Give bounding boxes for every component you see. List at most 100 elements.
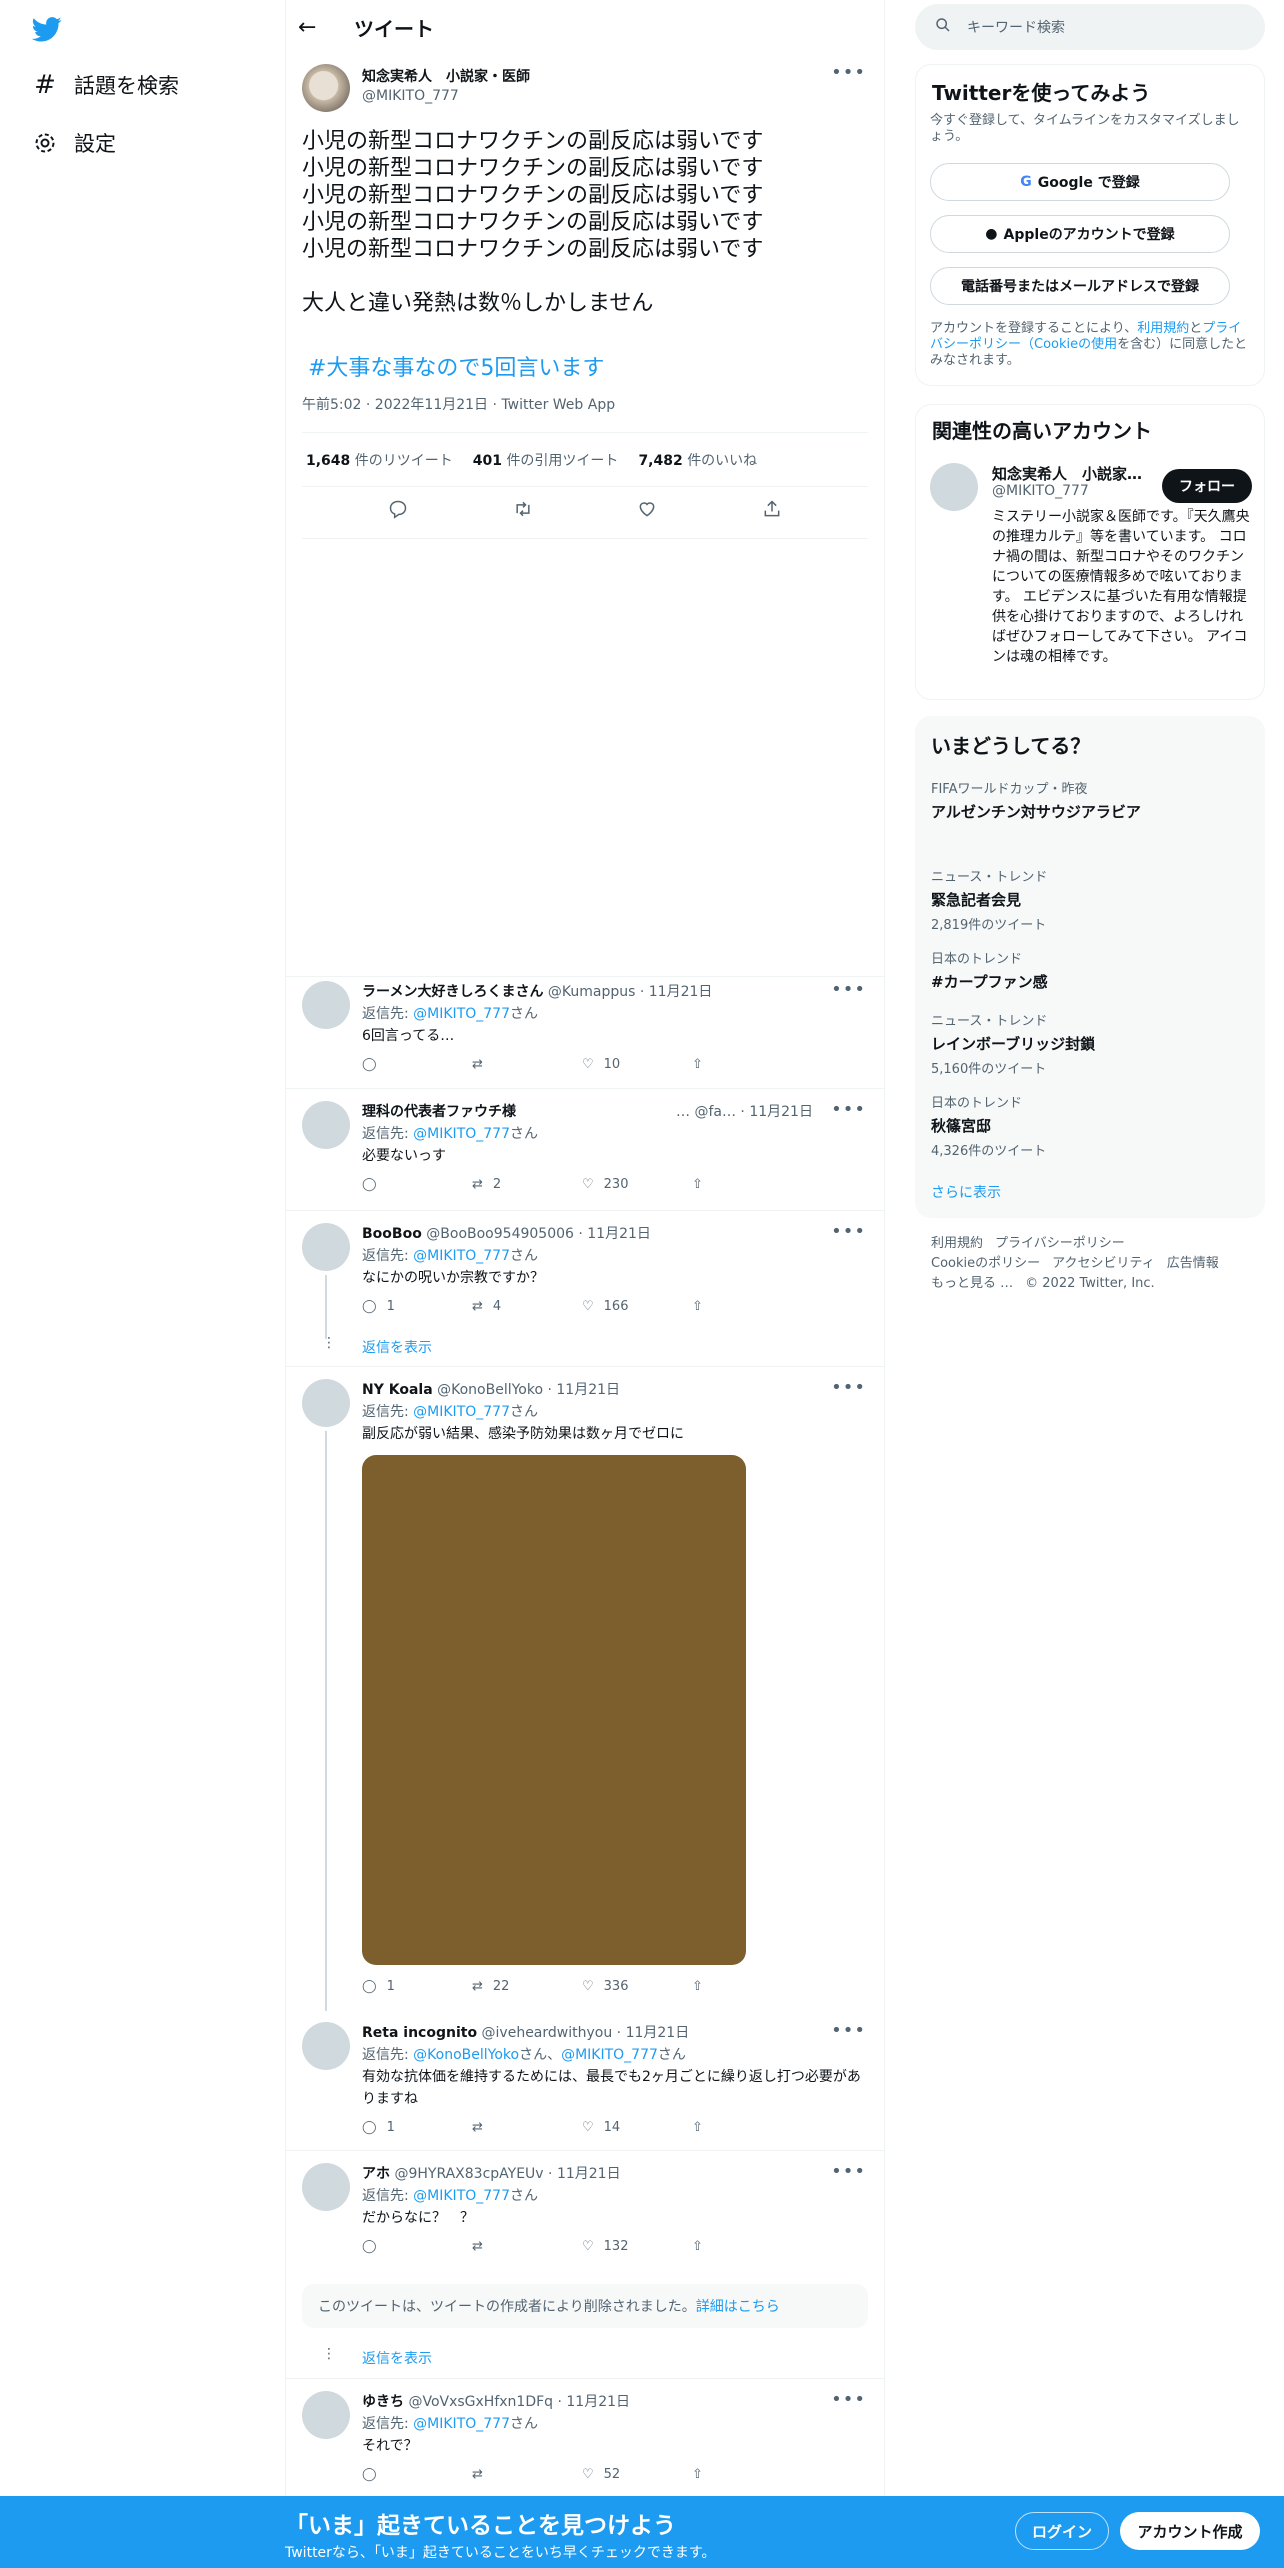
reply-button[interactable]: ◯ xyxy=(362,2239,472,2254)
apple-signup-button[interactable]: ● Appleのアカウントで登録 xyxy=(930,215,1230,253)
share-button[interactable]: ⇧ xyxy=(692,1299,802,1314)
reply-name[interactable]: 理科の代表者ファウチ様 xyxy=(362,1104,516,1120)
trend-item[interactable]: ニュース・トレンド 緊急記者会見 2,819件のツイート xyxy=(931,866,1251,933)
retweet-button[interactable]: ⇄ 2 xyxy=(472,1177,582,1192)
footer-accessibility-link[interactable]: アクセシビリティ xyxy=(1052,1256,1155,1271)
retweet-stat[interactable]: 1,648 件のリツイート xyxy=(306,450,453,470)
mention-link[interactable]: @MIKITO_777 xyxy=(413,1248,510,1264)
show-more-link[interactable]: さらに表示 xyxy=(931,1182,1001,1202)
footer-privacy-link[interactable]: プライバシーポリシー xyxy=(995,1236,1125,1251)
like-icon[interactable] xyxy=(636,498,658,520)
back-arrow-icon[interactable]: ← xyxy=(298,15,338,40)
reply-tweet[interactable]: Reta incognito @iveheardwithyou · 11月21日… xyxy=(286,2020,884,2162)
footer-more-link[interactable]: もっと見る … xyxy=(931,1276,1013,1291)
more-icon[interactable]: ••• xyxy=(831,1221,866,1242)
like-stat[interactable]: 7,482 件のいいね xyxy=(638,450,757,470)
more-icon[interactable]: ••• xyxy=(831,979,866,1000)
avatar[interactable] xyxy=(302,2022,350,2070)
reply-handle[interactable]: @Kumappus xyxy=(548,984,636,1000)
avatar[interactable] xyxy=(302,1101,350,1149)
reply-handle[interactable]: @9HYRAX83cpAYEUv xyxy=(394,2166,543,2182)
phone-signup-button[interactable]: 電話番号またはメールアドレスで登録 xyxy=(930,267,1230,305)
author-name[interactable]: 知念実希人 小説家・医師 xyxy=(362,66,530,86)
more-icon[interactable]: ••• xyxy=(831,62,866,83)
related-name[interactable]: 知念実希人 小説家… xyxy=(992,463,1142,484)
mention-link[interactable]: @MIKITO_777 xyxy=(413,1126,510,1142)
trend-item[interactable]: ニュース・トレンド レインボーブリッジ封鎖 5,160件のツイート xyxy=(931,1010,1251,1077)
avatar[interactable] xyxy=(302,2163,350,2211)
trend-item[interactable]: 日本のトレンド #カープファン感 xyxy=(931,948,1251,992)
like-button[interactable]: ♡ 230 xyxy=(582,1177,692,1192)
reply-handle[interactable]: @iveheardwithyou xyxy=(482,2025,613,2041)
more-icon[interactable]: ••• xyxy=(831,1099,866,1120)
share-icon[interactable] xyxy=(761,498,783,520)
reply-name[interactable]: Reta incognito xyxy=(362,2025,477,2041)
reply-date[interactable]: · 11月21日 xyxy=(578,1226,651,1242)
reply-date[interactable]: · 11月21日 xyxy=(547,1382,620,1398)
reply-button[interactable]: ◯ xyxy=(362,1057,472,1072)
avatar[interactable] xyxy=(930,463,978,511)
reply-handle[interactable]: … @fa… xyxy=(676,1104,736,1120)
share-button[interactable]: ⇧ xyxy=(692,1979,802,1994)
show-replies-link[interactable]: 返信を表示 xyxy=(362,1337,432,1357)
reply-date[interactable]: · 11月21日 xyxy=(617,2025,690,2041)
like-button[interactable]: ♡ 166 xyxy=(582,1299,692,1314)
hashtag-link[interactable]: #大事な事なので5回言います xyxy=(308,350,604,382)
reply-name[interactable]: アホ xyxy=(362,2166,390,2182)
mention-link[interactable]: @MIKITO_777 xyxy=(561,2047,658,2063)
reply-name[interactable]: ゆきち xyxy=(362,2394,404,2410)
share-button[interactable]: ⇧ xyxy=(692,1057,802,1072)
mention-link[interactable]: @MIKITO_777 xyxy=(413,2416,510,2432)
share-button[interactable]: ⇧ xyxy=(692,2467,802,2482)
reply-handle[interactable]: @KonoBellYoko xyxy=(437,1382,543,1398)
login-button[interactable]: ログイン xyxy=(1015,2512,1109,2550)
signup-button[interactable]: アカウント作成 xyxy=(1120,2512,1260,2550)
more-icon[interactable]: ••• xyxy=(831,2389,866,2410)
reply-button[interactable]: ◯ 1 xyxy=(362,1979,472,1994)
reply-date[interactable]: · 11月21日 xyxy=(558,2394,631,2410)
share-button[interactable]: ⇧ xyxy=(692,2239,802,2254)
reply-button[interactable]: ◯ 1 xyxy=(362,1299,472,1314)
more-icon[interactable]: ••• xyxy=(831,2161,866,2182)
reply-name[interactable]: BooBoo xyxy=(362,1226,422,1242)
footer-ads-link[interactable]: 広告情報 xyxy=(1167,1256,1219,1271)
nav-explore[interactable]: # 話題を検索 xyxy=(32,70,179,100)
avatar[interactable] xyxy=(302,1223,350,1271)
retweet-icon[interactable] xyxy=(512,498,534,520)
related-handle[interactable]: @MIKITO_777 xyxy=(992,483,1089,499)
more-icon[interactable]: ••• xyxy=(831,2020,866,2041)
more-icon[interactable]: ••• xyxy=(831,1377,866,1398)
share-button[interactable]: ⇧ xyxy=(692,2120,802,2135)
avatar[interactable] xyxy=(302,1379,350,1427)
retweet-button[interactable]: ⇄ xyxy=(472,2467,582,2482)
twitter-logo-icon[interactable] xyxy=(30,14,64,44)
retweet-button[interactable]: ⇄ xyxy=(472,1057,582,1072)
footer-cookie-link[interactable]: Cookieのポリシー xyxy=(931,1256,1040,1271)
tweet-meta[interactable]: 午前5:02 · 2022年11月21日 · Twitter Web App xyxy=(302,394,615,414)
reply-handle[interactable]: @BooBoo954905006 xyxy=(426,1226,574,1242)
follow-button[interactable]: フォロー xyxy=(1162,469,1252,503)
reply-date[interactable]: · 11月21日 xyxy=(548,2166,621,2182)
reply-date[interactable]: · 11月21日 xyxy=(640,984,713,1000)
footer-terms-link[interactable]: 利用規約 xyxy=(931,1236,983,1251)
reply-button[interactable]: ◯ xyxy=(362,2467,472,2482)
reply-tweet[interactable]: BooBoo @BooBoo954905006 · 11月21日 ••• 返信先… xyxy=(286,1210,884,1364)
reply-tweet[interactable]: ゆきち @VoVxsGxHfxn1DFq · 11月21日 ••• 返信先: @… xyxy=(286,2378,884,2496)
avatar[interactable] xyxy=(302,2391,350,2439)
google-signup-button[interactable]: G Google で登録 xyxy=(930,163,1230,201)
mention-link[interactable]: @MIKITO_777 xyxy=(413,1404,510,1420)
trend-item[interactable]: FIFAワールドカップ・昨夜 アルゼンチン対サウジアラビア xyxy=(931,778,1251,822)
show-replies-link[interactable]: 返信を表示 xyxy=(362,2348,432,2368)
reply-tweet[interactable]: NY Koala @KonoBellYoko · 11月21日 ••• 返信先:… xyxy=(286,1366,884,2020)
reply-tweet[interactable]: ラーメン大好きしろくまさん @Kumappus · 11月21日 ••• 返信先… xyxy=(286,976,884,1086)
like-button[interactable]: ♡ 336 xyxy=(582,1979,692,1994)
like-button[interactable]: ♡ 14 xyxy=(582,2120,692,2135)
attached-image[interactable] xyxy=(362,1455,746,1965)
trend-item[interactable]: 日本のトレンド 秋篠宮邸 4,326件のツイート xyxy=(931,1092,1251,1159)
mention-link[interactable]: @MIKITO_777 xyxy=(413,2188,510,2204)
like-button[interactable]: ♡ 132 xyxy=(582,2239,692,2254)
reply-button[interactable]: ◯ xyxy=(362,1177,472,1192)
mention-link[interactable]: @KonoBellYoko xyxy=(413,2047,519,2063)
retweet-button[interactable]: ⇄ 4 xyxy=(472,1299,582,1314)
retweet-button[interactable]: ⇄ xyxy=(472,2239,582,2254)
